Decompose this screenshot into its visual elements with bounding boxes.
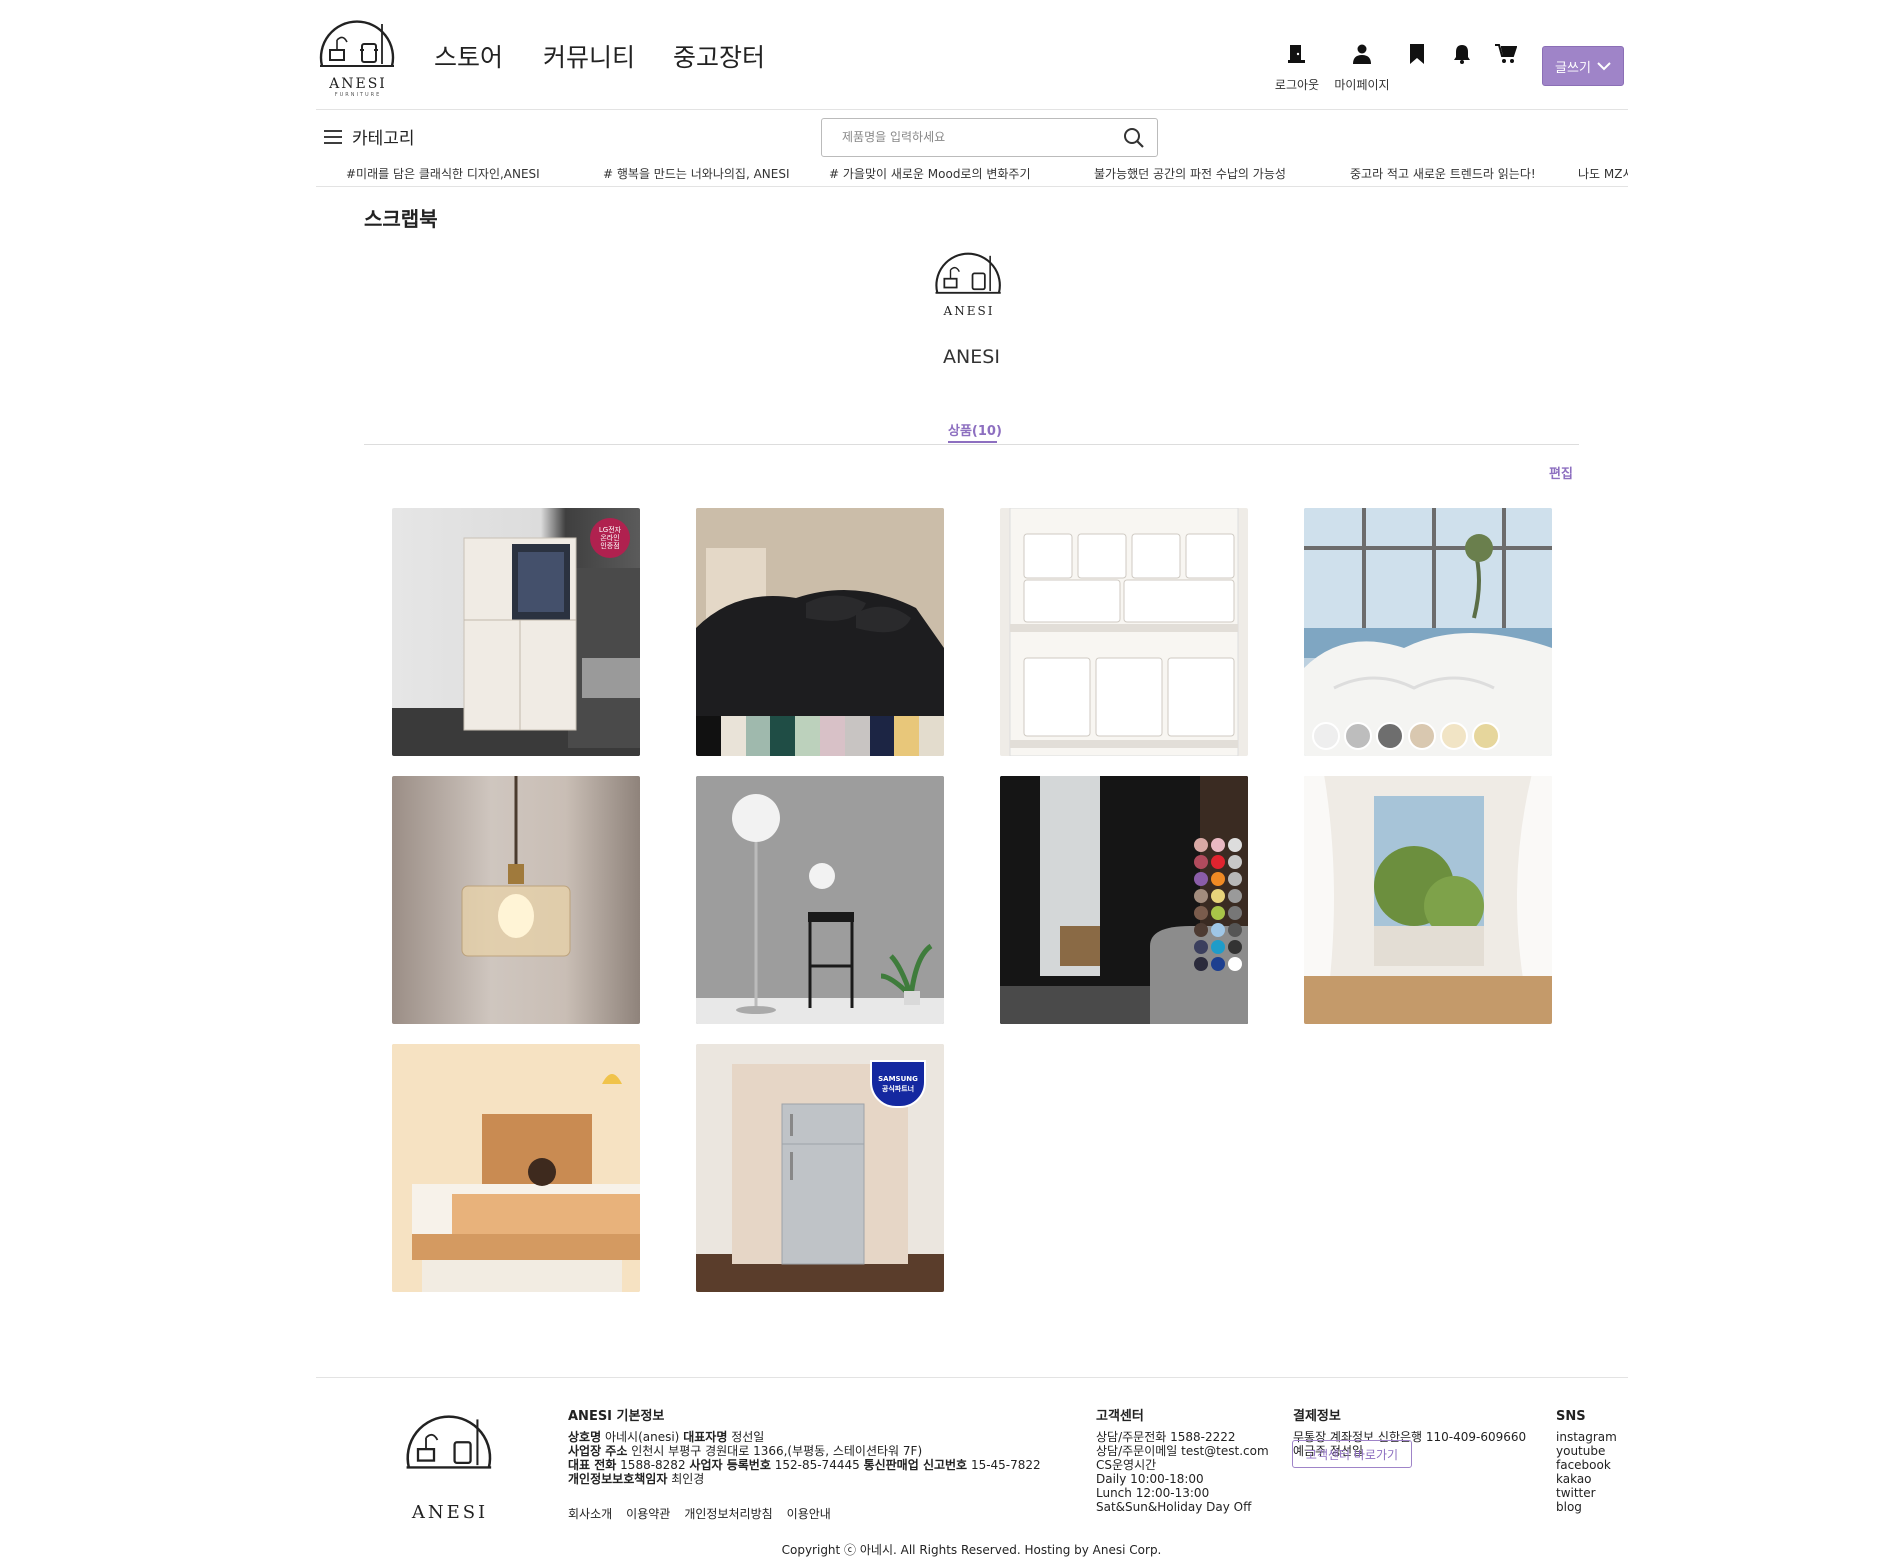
sns-facebook[interactable]: facebook (1556, 1458, 1617, 1472)
footer-divider (316, 1377, 1628, 1378)
nav-community[interactable]: 커뮤니티 (543, 38, 635, 74)
product-image-bed (392, 1044, 640, 1292)
sns-instagram[interactable]: instagram (1556, 1430, 1617, 1444)
edit-button[interactable]: 편집 (1549, 463, 1573, 482)
customer-center: 고객센터 상담/주문전화 1588-2222 상담/주문이메일 test@tes… (1096, 1409, 1269, 1515)
hashtag-ticker: #미래를 담은 클래식한 디자인,ANESI # 행복을 만드는 너와나의집, … (316, 165, 1628, 183)
footer-links: 회사소개 이용약관 개인정보처리방침 이용안내 (568, 1507, 831, 1521)
chevron-down-icon (1597, 62, 1611, 71)
brand-logo[interactable]: ANESI FURNITURE (316, 14, 400, 98)
search-icon[interactable] (1123, 127, 1145, 149)
nav-store[interactable]: 스토어 (434, 38, 503, 74)
bookmark-icon (1410, 44, 1424, 64)
partner-badge: LG전자 온라인 인증점 (590, 518, 630, 558)
sns-kakao[interactable]: kakao (1556, 1472, 1617, 1486)
nav-market[interactable]: 중고장터 (673, 38, 765, 74)
notification-button[interactable] (1442, 44, 1482, 68)
product-image-storage (1009, 508, 1239, 756)
avatar-brand: ANESI (943, 304, 995, 318)
tab-products[interactable]: 상품(10) (948, 420, 1002, 439)
product-card[interactable] (1304, 776, 1552, 1024)
footer-link-terms[interactable]: 이용약관 (626, 1507, 670, 1521)
product-card[interactable] (1000, 776, 1248, 1024)
product-card[interactable]: SAMSUNG 공식파트너 (696, 1044, 944, 1292)
product-card[interactable] (1304, 508, 1552, 756)
sns-links: SNS instagram youtube facebook kakao twi… (1556, 1409, 1617, 1515)
door-icon (1288, 45, 1305, 63)
logo-icon (406, 1415, 492, 1469)
ticker-item[interactable]: # 행복을 만드는 너와나의집, ANESI (603, 165, 790, 182)
company-info: ANESI 기본정보 상호명 아네시(anesi) 대표자명 정선일 사업장 주… (568, 1409, 1041, 1487)
product-image-pendant-lamp (461, 776, 571, 957)
write-button[interactable]: 글쓰기 (1542, 46, 1624, 86)
bookmark-button[interactable] (1397, 44, 1437, 68)
footer-brand-name: ANESI (411, 1502, 489, 1523)
product-card[interactable] (696, 508, 944, 756)
product-image-duvet (1304, 508, 1552, 756)
product-card[interactable] (392, 1044, 640, 1292)
ticker-item[interactable]: #미래를 담은 클래식한 디자인,ANESI (346, 165, 540, 182)
tab-divider (364, 444, 1579, 445)
copyright: Copyright ⓒ 아네시. All Rights Reserved. Ho… (781, 1543, 1162, 1557)
product-card[interactable] (696, 776, 944, 1024)
company-info-title: ANESI 기본정보 (568, 1409, 665, 1424)
write-label: 글쓰기 (1555, 60, 1591, 76)
color-swatches (696, 716, 944, 756)
ticker-item[interactable]: # 가을맞이 새로운 Mood로의 변화주기 (829, 165, 1031, 182)
profile-avatar: ANESI (932, 247, 1006, 321)
color-swatches (1194, 838, 1242, 971)
product-image-floor-lamp (696, 776, 944, 1024)
sns-blog[interactable]: blog (1556, 1500, 1617, 1514)
page-title: 스크랩북 (364, 207, 438, 231)
brand-sub: FURNITURE (334, 92, 382, 98)
ticker-item[interactable]: 중고라 적고 새로운 트렌드라 읽는다! (1350, 165, 1536, 182)
logout-button[interactable]: 로그아웃 (1275, 44, 1319, 93)
bell-icon (1454, 45, 1470, 64)
search-box[interactable] (821, 118, 1158, 157)
header-divider (316, 109, 1628, 110)
mypage-label: 마이페이지 (1334, 78, 1390, 92)
menu-icon (324, 129, 342, 144)
category-button[interactable]: 카테고리 (324, 124, 415, 149)
product-card[interactable]: LG전자 온라인 인증점 (392, 508, 640, 756)
ticker-item[interactable]: 나도 MZ시 (1578, 165, 1628, 182)
color-swatches (1312, 722, 1500, 750)
tab-active-indicator (948, 441, 997, 443)
cart-button[interactable] (1486, 44, 1526, 68)
product-card[interactable] (392, 776, 640, 1024)
customer-center-button[interactable]: 고객센터 바로가기 (1292, 1440, 1412, 1468)
sns-twitter[interactable]: twitter (1556, 1486, 1617, 1500)
footer-link-privacy[interactable]: 개인정보처리방침 (684, 1507, 772, 1521)
footer-logo[interactable]: ANESI (395, 1408, 505, 1526)
brand-name: ANESI (329, 76, 387, 92)
partner-badge: SAMSUNG 공식파트너 (870, 1060, 926, 1108)
mypage-button[interactable]: 마이페이지 (1334, 44, 1390, 93)
footer-link-about[interactable]: 회사소개 (568, 1507, 612, 1521)
profile-name: ANESI (943, 346, 1000, 368)
footer-link-guide[interactable]: 이용안내 (787, 1507, 831, 1521)
user-icon (1353, 44, 1371, 64)
sns-youtube[interactable]: youtube (1556, 1444, 1617, 1458)
ticker-divider (316, 186, 1628, 187)
product-card[interactable] (1000, 508, 1248, 756)
ticker-item[interactable]: 불가능했던 공간의 파전 수납의 가능성 (1094, 165, 1286, 182)
product-image-sheer-curtain (1304, 776, 1552, 1024)
category-label: 카테고리 (352, 129, 415, 149)
cart-icon (1495, 44, 1518, 63)
search-input[interactable] (840, 129, 1114, 145)
